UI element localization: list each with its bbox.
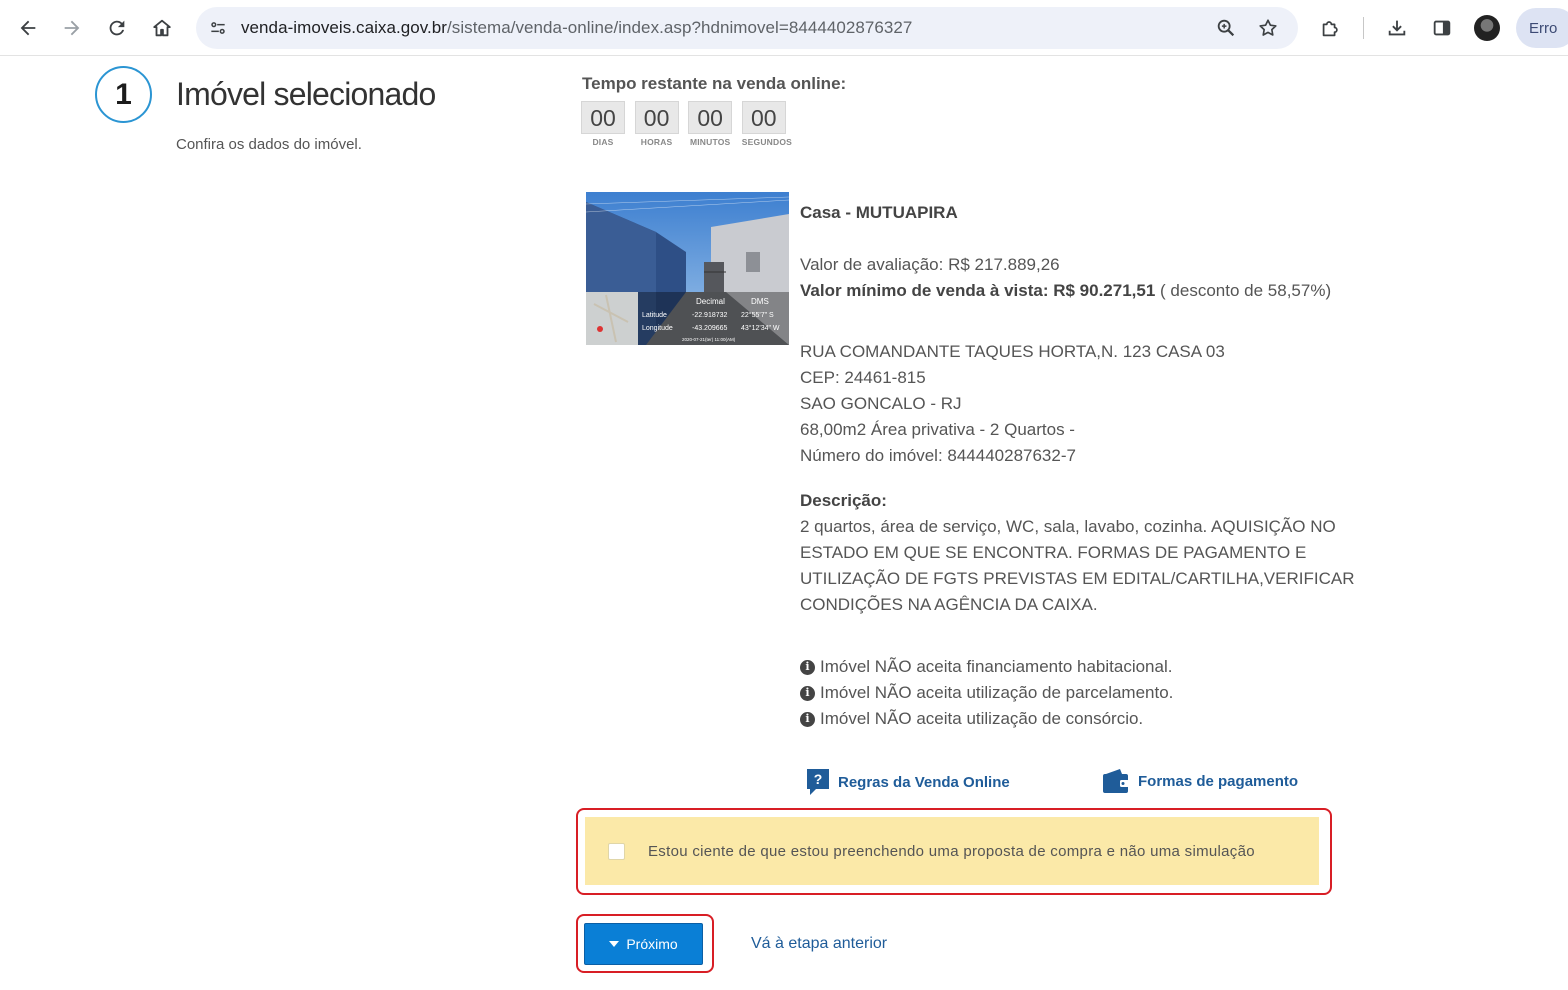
reload-button[interactable] <box>100 11 134 45</box>
previous-step-link[interactable]: Vá à etapa anterior <box>751 935 887 953</box>
description-line: ESTADO EM QUE SE ENCONTRA. FORMAS DE PAG… <box>800 543 1307 562</box>
photo-overlay-col1: Decimal <box>696 297 725 306</box>
download-icon <box>1388 20 1406 36</box>
zoom-icon[interactable] <box>1212 14 1240 42</box>
address-bar[interactable]: venda-imoveis.caixa.gov.br/sistema/venda… <box>196 7 1298 49</box>
property-details: Casa - MUTUAPIRA Valor de avaliação: R$ … <box>800 200 1440 732</box>
step-title: Imóvel selecionado <box>176 76 436 112</box>
photo-overlay-lon-dms: 43°12'34" W <box>741 324 780 332</box>
photo-overlay-lon-dec: -43.209665 <box>692 325 728 332</box>
timer-value: 00 <box>688 101 733 134</box>
info-row: i Imóvel NÃO aceita utilização de consórc… <box>800 706 1440 732</box>
property-number: Número do imóvel: 844440287632-7 <box>800 446 1076 465</box>
url-path: /sistema/venda-online/index.asp?hdnimove… <box>447 18 913 37</box>
forward-button[interactable] <box>55 11 89 45</box>
cep: CEP: 24461-815 <box>800 368 926 387</box>
wallet-icon <box>1103 769 1129 793</box>
discount: ( desconto de 58,57%) <box>1160 281 1332 300</box>
timer-unit: SEGUNDOS <box>741 137 793 147</box>
svg-text:?: ? <box>814 771 823 787</box>
back-button[interactable] <box>11 11 45 45</box>
property-title: Casa - MUTUAPIRA <box>800 203 958 222</box>
timer-days: 00 DIAS <box>581 101 625 147</box>
info-icon: i <box>800 685 815 701</box>
home-icon <box>153 19 171 37</box>
photo-overlay-lat-dms: 22°55'7" S <box>741 311 774 319</box>
timer-unit: HORAS <box>640 137 673 147</box>
site-settings-icon[interactable] <box>204 14 232 42</box>
min-price-row: Valor mínimo de venda à vista: R$ 90.271… <box>800 278 1440 304</box>
timer-seconds: 00 SEGUNDOS <box>741 101 793 147</box>
step-number-badge: 1 <box>95 66 152 123</box>
timer-value: 00 <box>741 101 786 134</box>
info-row: i Imóvel NÃO aceita utilização de parcela… <box>800 680 1440 706</box>
timer-unit: MINUTOS <box>689 137 731 147</box>
browser-toolbar: venda-imoveis.caixa.gov.br/sistema/venda… <box>0 0 1568 56</box>
formas-link-text[interactable]: Formas de pagamento <box>1138 773 1298 790</box>
city: SAO GONCALO - RJ <box>800 394 962 413</box>
awareness-text[interactable]: Estou ciente de que estou preenchendo um… <box>648 843 1255 860</box>
photo-overlay-col2: DMS <box>751 297 769 306</box>
info-icon: i <box>800 659 815 675</box>
regras-link-text[interactable]: Regras da Venda Online <box>838 774 1010 791</box>
info-text: Imóvel NÃO aceita utilização de parcelam… <box>820 683 1174 702</box>
timer-unit: DIAS <box>592 137 614 147</box>
info-row: i Imóvel NÃO aceita financiamento habitac… <box>800 654 1440 680</box>
url-domain: venda-imoveis.caixa.gov.br <box>241 18 448 37</box>
timer-value: 00 <box>634 101 679 134</box>
next-button[interactable]: Próximo <box>584 923 703 965</box>
valuation-value: R$ 217.889,26 <box>948 255 1060 274</box>
photo-overlay-stamp: 2020-07-21(ter) 11:00(AM) <box>682 337 736 342</box>
home-button[interactable] <box>145 11 179 45</box>
side-panel-button[interactable] <box>1425 11 1459 45</box>
side-panel-icon <box>1433 20 1451 36</box>
description-label: Descrição: <box>800 491 887 510</box>
profile-avatar[interactable] <box>1474 15 1500 41</box>
valuation-label: Valor de avaliação: <box>800 255 944 274</box>
photo-overlay-lon-label: Longitude <box>642 325 673 332</box>
next-button-label: Próximo <box>626 936 678 952</box>
bookmark-star-icon[interactable] <box>1254 14 1282 42</box>
reload-icon <box>109 20 125 36</box>
profile-error-button[interactable]: Erro <box>1516 8 1568 48</box>
extensions-button[interactable] <box>1313 11 1347 45</box>
info-text: Imóvel NÃO aceita financiamento habitaci… <box>820 657 1173 676</box>
address: RUA COMANDANTE TAQUES HORTA,N. 123 CASA … <box>800 342 1225 361</box>
awareness-checkbox[interactable] <box>608 843 625 860</box>
timer-value: 00 <box>581 101 625 134</box>
question-bubble-icon: ? <box>807 769 829 795</box>
timer-hours: 00 HORAS <box>634 101 679 147</box>
caret-down-icon <box>609 941 620 947</box>
step-subtitle: Confira os dados do imóvel. <box>176 136 362 153</box>
toolbar-separator <box>1363 17 1364 39</box>
info-icon: i <box>800 711 815 727</box>
photo-overlay-lat-label: Latitude <box>642 312 667 319</box>
area: 68,00m2 Área privativa - 2 Quartos - <box>800 420 1075 439</box>
timer-label: Tempo restante na venda online: <box>582 74 847 93</box>
puzzle-icon <box>1322 21 1338 37</box>
url-text[interactable]: venda-imoveis.caixa.gov.br/sistema/venda… <box>241 18 912 38</box>
description-line: 2 quartos, área de serviço, WC, sala, la… <box>800 517 1336 536</box>
min-price-label: Valor mínimo de venda à vista: <box>800 281 1049 300</box>
photo-overlay-lat-dec: -22.918732 <box>692 312 728 319</box>
countdown-timer: 00 DIAS 00 HORAS 00 MINUTOS 00 SEGUNDOS <box>581 101 795 147</box>
valuation-row: Valor de avaliação: R$ 217.889,26 <box>800 252 1440 278</box>
timer-minutes: 00 MINUTOS <box>688 101 733 147</box>
min-price-value: R$ 90.271,51 <box>1053 281 1156 300</box>
formas-link[interactable]: Formas de pagamento <box>1102 768 1298 794</box>
property-photo: Decimal DMS Latitude -22.918732 22°55'7"… <box>586 192 789 345</box>
info-text: Imóvel NÃO aceita utilização de consórci… <box>820 709 1144 728</box>
description-line: CONDIÇÕES NA AGÊNCIA DA CAIXA. <box>800 595 1098 614</box>
downloads-button[interactable] <box>1380 11 1414 45</box>
regras-link[interactable]: ? Regras da Venda Online <box>806 768 1010 796</box>
arrow-right-icon <box>64 20 80 36</box>
arrow-left-icon <box>20 20 36 36</box>
description-line: UTILIZAÇÃO DE FGTS PREVISTAS EM EDITAL/C… <box>800 569 1355 588</box>
